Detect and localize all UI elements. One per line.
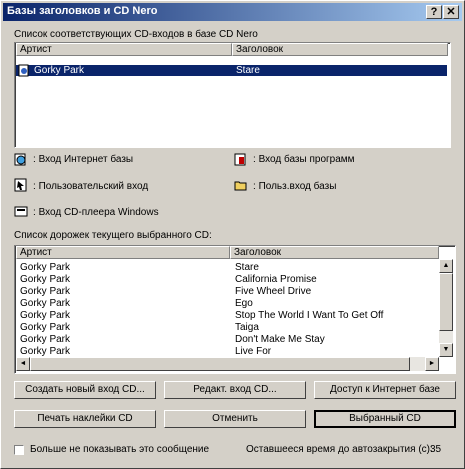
- scroll-thumb[interactable]: [439, 273, 453, 331]
- track-artist: Gorky Park: [20, 322, 71, 333]
- column-header-title[interactable]: Заголовок: [230, 246, 439, 259]
- window-title: Базы заголовков и CD Nero: [7, 5, 158, 17]
- track-title: Stop The World I Want To Get Off: [235, 310, 384, 321]
- track-artist: Gorky Park: [20, 334, 71, 345]
- track-artist: Gorky Park: [20, 310, 71, 321]
- track-title: Ego: [235, 298, 253, 309]
- close-button[interactable]: ✕: [443, 5, 459, 19]
- track-title: Stare: [235, 262, 259, 273]
- column-header-title[interactable]: Заголовок: [232, 43, 448, 56]
- cd-player-entry-icon: [14, 206, 28, 217]
- dont-show-label: Больше не показывать это сообщение: [30, 444, 210, 455]
- track-row[interactable]: Gorky Park Ego: [16, 298, 436, 309]
- track-title: Don't Make Me Stay: [235, 334, 325, 345]
- legend-program: : Вход базы программ: [253, 154, 355, 165]
- track-title: California Promise: [235, 274, 317, 285]
- dialog-window: Базы заголовков и CD Nero ? ✕ Cписок соо…: [0, 0, 465, 469]
- cancel-button[interactable]: Отменить: [164, 410, 306, 428]
- list-item[interactable]: Gorky Park Stare: [16, 64, 447, 77]
- track-row[interactable]: Gorky Park Don't Make Me Stay: [16, 334, 436, 345]
- scroll-up-button[interactable]: ▲: [439, 259, 453, 273]
- legend-user-base: : Польз.вход базы: [253, 181, 337, 192]
- scroll-right-button[interactable]: ►: [425, 357, 439, 371]
- track-row[interactable]: Gorky Park Stare: [16, 262, 436, 273]
- help-button[interactable]: ?: [426, 5, 442, 19]
- track-list-vertical-scrollbar[interactable]: ▲ ▼: [439, 259, 453, 357]
- create-cd-entry-button[interactable]: Создать новый вход CD...: [14, 381, 156, 399]
- track-row[interactable]: Gorky Park Five Wheel Drive: [16, 286, 436, 297]
- column-header-artist[interactable]: Артист: [16, 43, 232, 56]
- track-list-horizontal-scrollbar[interactable]: ◄ ►: [16, 357, 439, 371]
- user-base-entry-icon: [234, 181, 247, 191]
- internet-database-button[interactable]: Доступ к Интернет базе: [314, 381, 456, 399]
- scroll-thumb[interactable]: [30, 357, 410, 371]
- legend-cdplayer: : Вход CD-плеера Windows: [33, 207, 159, 218]
- internet-entry-icon: [14, 153, 26, 166]
- track-list[interactable]: Артист Заголовок Gorky Park Stare Gorky …: [14, 245, 456, 374]
- title-bar[interactable]: Базы заголовков и CD Nero ? ✕: [3, 3, 462, 21]
- track-title: Five Wheel Drive: [235, 286, 312, 297]
- track-artist: Gorky Park: [20, 262, 71, 273]
- user-entry-icon: [14, 178, 27, 192]
- scroll-left-button[interactable]: ◄: [16, 357, 30, 371]
- legend-internet: : Вход Интернет базы: [33, 154, 134, 165]
- track-title: Live For: [235, 346, 272, 357]
- autoclose-label: Оставшееся время до автозакрытия (с):: [246, 444, 433, 455]
- matching-entries-list[interactable]: Артист Заголовок Gorky Park Stare: [14, 42, 451, 148]
- track-row[interactable]: Gorky Park California Promise: [16, 274, 436, 285]
- track-artist: Gorky Park: [20, 298, 71, 309]
- edit-cd-entry-button[interactable]: Редакт. вход CD...: [164, 381, 306, 399]
- selected-cd-button[interactable]: Выбранный CD: [314, 410, 456, 428]
- legend-user: : Пользовательский вход: [33, 181, 149, 192]
- matching-entries-label: Cписок соответствующих CD-входов в базе …: [14, 29, 258, 40]
- track-row[interactable]: Gorky Park Live For: [16, 346, 436, 357]
- print-cd-label-button[interactable]: Печать наклейки CD: [14, 410, 156, 428]
- track-artist: Gorky Park: [20, 286, 71, 297]
- track-row[interactable]: Gorky Park Taiga: [16, 322, 436, 333]
- track-row[interactable]: Gorky Park Stop The World I Want To Get …: [16, 310, 436, 321]
- track-artist: Gorky Park: [20, 274, 71, 285]
- list-item-artist: Gorky Park: [34, 65, 85, 76]
- track-title: Taiga: [235, 322, 259, 333]
- cd-database-icon: [18, 64, 29, 77]
- list-item-title: Stare: [236, 65, 260, 76]
- column-header-artist[interactable]: Артист: [16, 246, 230, 259]
- track-list-label: Список дорожек текущего выбранного CD:: [14, 230, 212, 241]
- autoclose-countdown: 35: [430, 444, 442, 455]
- track-artist: Gorky Park: [20, 346, 71, 357]
- scroll-down-button[interactable]: ▼: [439, 343, 453, 357]
- program-entry-icon: [234, 153, 246, 166]
- dont-show-checkbox[interactable]: [14, 445, 24, 455]
